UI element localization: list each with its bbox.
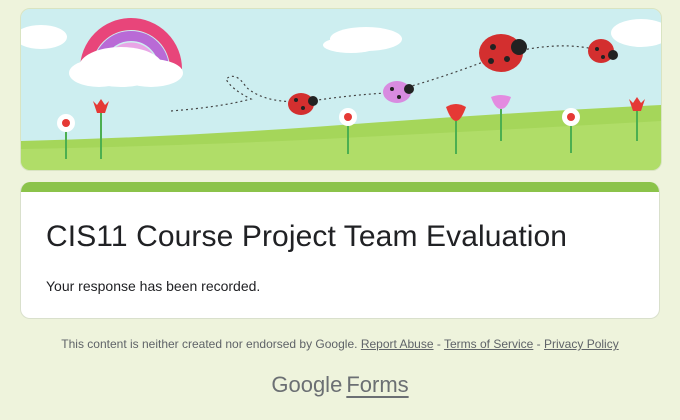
google-wordmark: Google xyxy=(271,372,343,397)
privacy-link[interactable]: Privacy Policy xyxy=(544,337,619,351)
response-card: CIS11 Course Project Team Evaluation You… xyxy=(20,182,660,319)
google-forms-logo[interactable]: Google Forms xyxy=(0,372,680,398)
footer-separator: - xyxy=(433,337,444,351)
card-accent-bar xyxy=(21,182,659,192)
confirmation-message: Your response has been recorded. xyxy=(46,278,261,294)
terms-link[interactable]: Terms of Service xyxy=(444,337,533,351)
footer-separator: - xyxy=(533,337,545,351)
footer: This content is neither created nor endo… xyxy=(0,337,680,351)
header-banner xyxy=(20,8,662,171)
ladybug-garden-illustration xyxy=(21,9,661,170)
form-title: CIS11 Course Project Team Evaluation xyxy=(46,220,568,253)
report-abuse-link[interactable]: Report Abuse xyxy=(361,337,434,351)
disclaimer-text: This content is neither created nor endo… xyxy=(61,337,358,351)
forms-wordmark: Forms xyxy=(346,372,409,397)
